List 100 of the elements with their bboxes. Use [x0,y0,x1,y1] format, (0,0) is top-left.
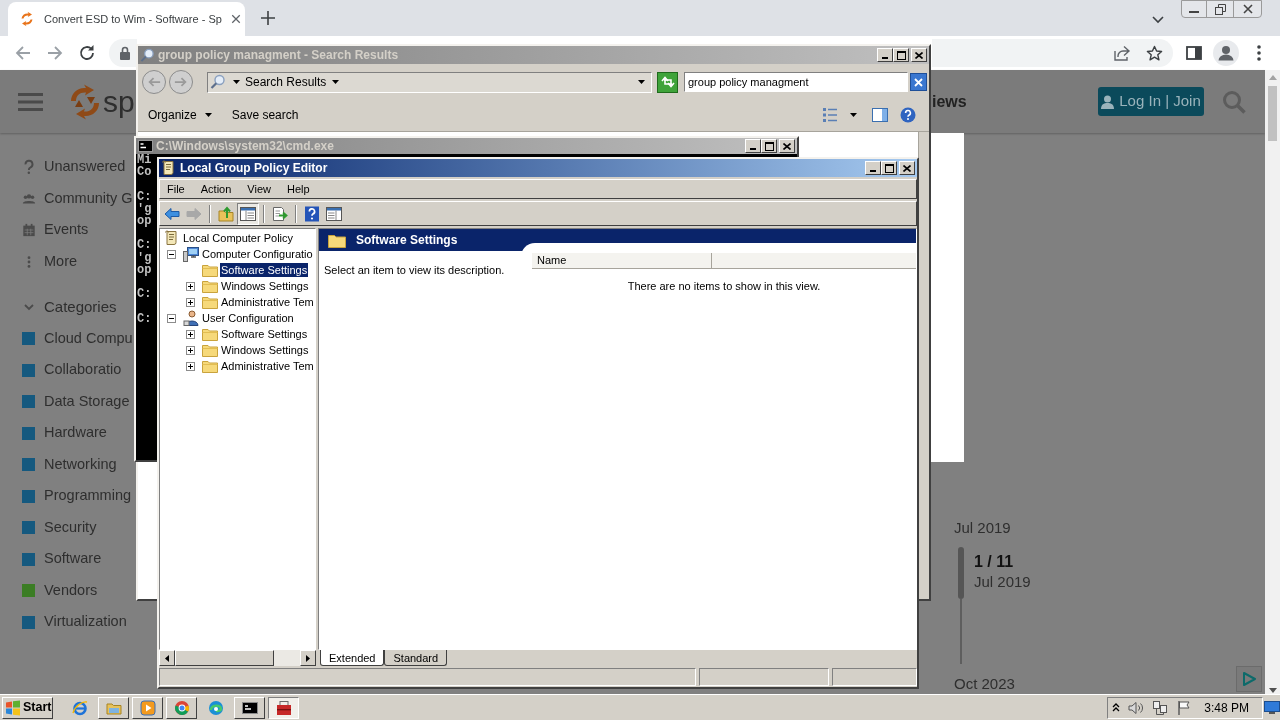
minimize-icon [750,148,756,150]
collapse-icon[interactable] [167,313,176,323]
refresh-button[interactable] [657,71,678,93]
tree-item[interactable]: Administrative Tem [220,359,315,373]
tree-item[interactable]: Administrative Tem [220,295,315,309]
expand-icon[interactable] [186,345,195,355]
side-panel-icon[interactable] [1186,45,1202,61]
tree-item[interactable]: Windows Settings [220,279,310,293]
nav-link[interactable]: iews [932,89,967,114]
login-button[interactable]: Log In | Join [1098,87,1204,116]
menu-item[interactable]: View [247,180,271,198]
tree-item[interactable]: Software Settings [220,327,309,341]
tree-item[interactable]: Computer Configuratio [201,247,314,261]
scroll-document-icon [161,160,177,176]
expand-icon[interactable] [186,329,195,339]
menu-item[interactable]: Action [200,180,232,198]
close-button[interactable] [899,161,915,175]
left-arrow-icon [147,75,161,89]
window-title: group policy managment - Search Results [158,47,399,64]
caret-down-icon[interactable] [332,80,340,84]
console-line: C: [137,312,152,325]
maximize-button[interactable] [893,48,909,62]
profile-avatar-icon[interactable] [1213,40,1239,66]
network-icon[interactable] [1152,699,1168,716]
clock[interactable]: 3:48 PM [1204,698,1249,717]
question-mark-icon [22,158,36,175]
edge-browser-icon [207,699,224,716]
tree-item[interactable]: User Configuration [201,311,295,325]
category-link[interactable]: Networking [44,453,117,476]
maximize-icon [896,50,906,60]
collapse-icon[interactable] [167,249,176,259]
timeline-handle[interactable] [958,547,964,599]
tree-toggle-button[interactable] [237,202,259,225]
maximize-icon [884,163,894,173]
sidebar-link[interactable]: More [44,251,78,273]
column-header[interactable]: Name [532,253,712,269]
location-crumb[interactable]: Search Results [245,73,327,91]
chevron-down-icon[interactable] [1152,16,1164,24]
folder-icon [202,278,218,294]
new-tab-icon[interactable] [261,11,275,25]
preview-pane-icon[interactable] [872,107,888,122]
sidebar-link[interactable]: Community G [44,187,133,210]
scrollbar-thumb[interactable] [175,650,274,666]
pane-title: Software Settings [356,232,458,249]
toolbar-button[interactable]: Organize [143,103,217,126]
details-view-icon[interactable] [822,106,838,123]
reload-icon[interactable] [78,44,96,62]
close-button[interactable] [779,139,795,153]
person-icon [1101,94,1115,109]
category-link[interactable]: Software [44,548,102,570]
window-title: C:\Windows\system32\cmd.exe [156,138,334,155]
category-link[interactable]: Cloud Compu [44,327,133,350]
chevron-up-icon[interactable] [1112,703,1120,712]
close-icon [783,142,791,150]
scrollbar-thumb[interactable] [1268,86,1277,141]
section-heading[interactable]: Categories [44,295,117,318]
scroll-right-button[interactable] [300,650,316,666]
toolbar-button[interactable]: Save search [226,103,304,126]
close-icon[interactable] [230,14,241,24]
menu-item[interactable]: File [167,180,185,198]
tree-item[interactable]: Windows Settings [220,343,310,357]
category-link[interactable]: Virtualization [44,611,127,633]
search-field[interactable]: group policy managment [684,72,908,92]
maximize-button[interactable] [761,139,777,153]
close-icon [903,164,911,172]
sidebar-link[interactable]: Unanswered [44,155,126,178]
caret-down-icon[interactable] [638,80,645,84]
help-icon[interactable] [900,106,916,123]
category-link[interactable]: Collaboratio [44,359,122,381]
speaker-icon[interactable] [1128,699,1144,716]
category-link[interactable]: Data Storage [44,390,130,413]
close-button[interactable] [911,48,927,62]
flag-icon[interactable] [1176,699,1192,716]
expand-icon[interactable] [186,297,195,307]
share-icon[interactable] [1114,45,1131,61]
tree-item[interactable]: Software Settings [220,263,309,277]
close-icon [914,77,923,87]
clear-search-button[interactable] [910,73,927,91]
scroll-left-button[interactable] [159,650,175,666]
address-bar[interactable] [109,39,137,67]
computer-icon [183,246,199,262]
console-line: op [137,215,152,228]
maximize-button[interactable] [881,161,897,175]
taskbar-button[interactable] [268,696,299,719]
menu-item[interactable]: Help [286,180,310,198]
browser-tab[interactable]: Convert ESD to Wim - Software - Sp [8,2,245,36]
start-button[interactable]: Start [2,696,53,719]
view-tab[interactable]: Extended [320,650,385,666]
menu-dots-icon[interactable] [1257,45,1261,61]
tree-item[interactable]: Local Computer Policy [182,231,295,245]
location-bar[interactable]: Search Results [207,71,652,93]
expand-icon[interactable] [186,361,195,371]
caret-down-icon [204,112,212,117]
expand-icon[interactable] [186,281,195,291]
restore-icon [1214,3,1226,15]
show-desktop-icon[interactable] [1264,699,1280,716]
star-icon[interactable] [1146,44,1163,62]
caret-down-icon[interactable] [850,112,857,117]
view-tab[interactable]: Standard [384,650,448,666]
caret-down-icon[interactable] [233,80,240,84]
